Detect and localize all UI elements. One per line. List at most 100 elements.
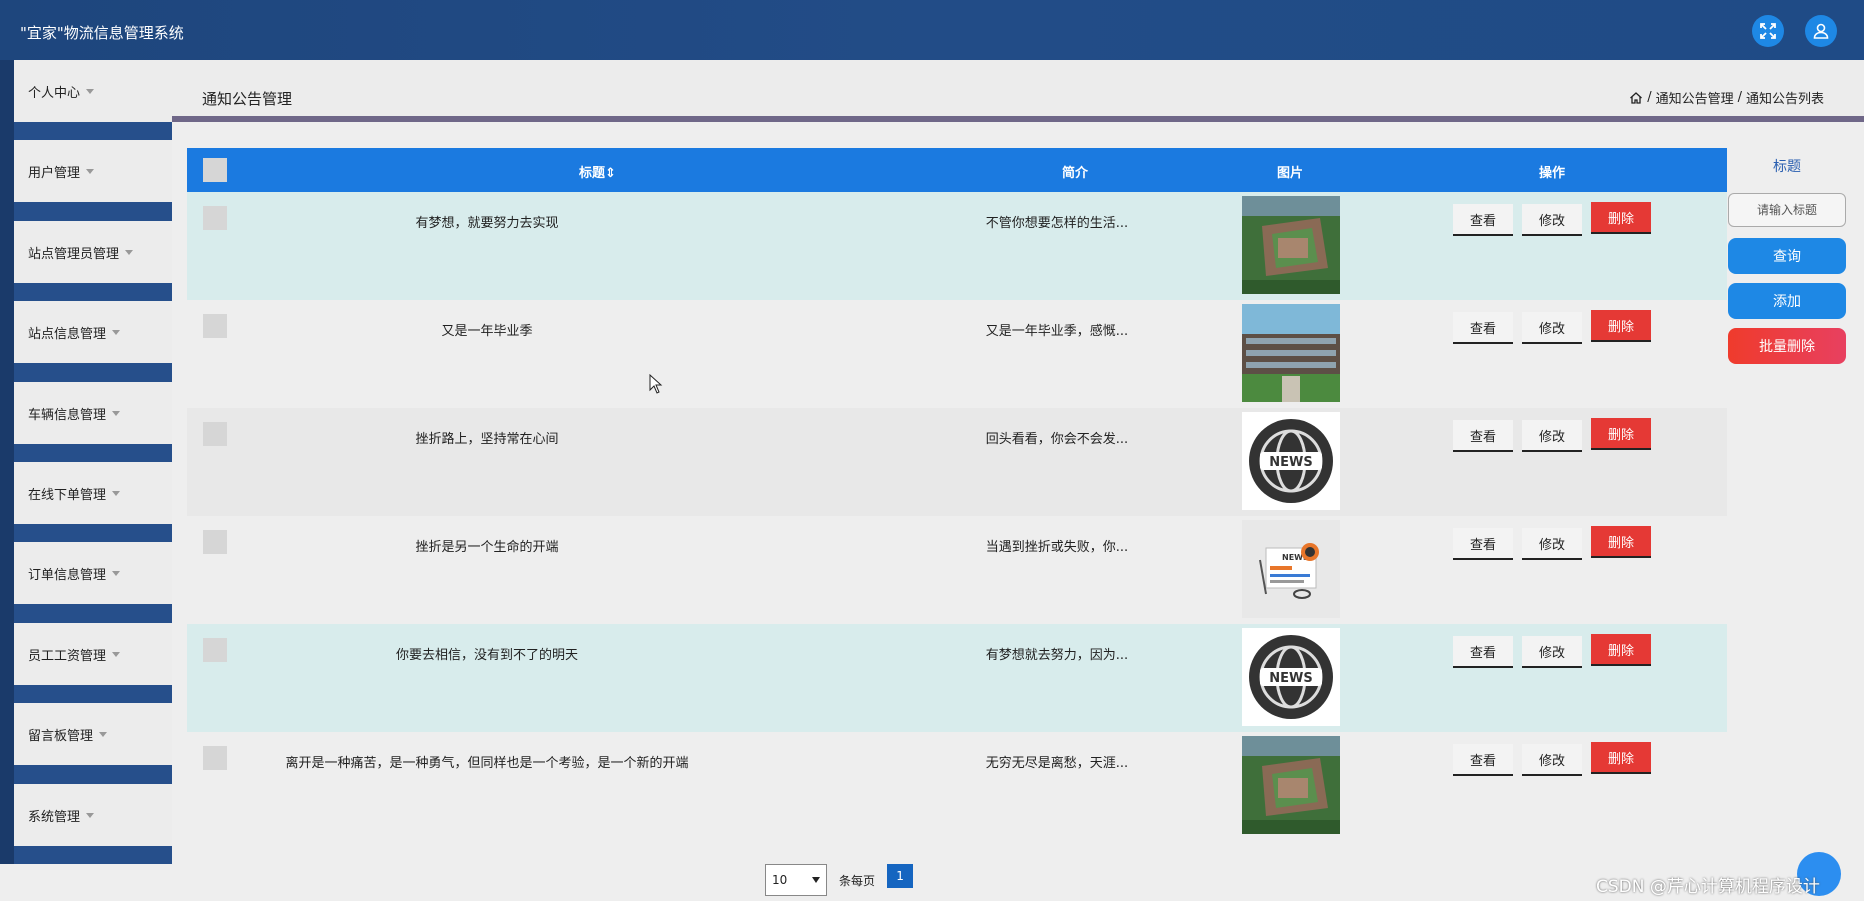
- view-button[interactable]: 查看: [1453, 528, 1513, 560]
- row-thumbnail-news-globe[interactable]: NEWS: [1242, 628, 1340, 726]
- sidebar-item-label: 车辆信息管理: [28, 407, 107, 423]
- sidebar-item-users[interactable]: 用户管理: [14, 140, 172, 202]
- column-header-title[interactable]: 标题⇕: [579, 162, 616, 181]
- home-icon[interactable]: [1629, 91, 1643, 105]
- sidebar-item-label: 站点管理员管理: [28, 246, 120, 262]
- caret-down-icon: [86, 812, 95, 818]
- row-title: 又是一年毕业季: [441, 324, 533, 339]
- sidebar-item-order-info[interactable]: 订单信息管理: [14, 542, 172, 604]
- row-thumbnail-news-paper[interactable]: NEWS: [1242, 520, 1340, 618]
- sidebar-item-station-info[interactable]: 站点信息管理: [14, 301, 172, 363]
- sidebar-item-vehicles[interactable]: 车辆信息管理: [14, 382, 172, 444]
- per-page-label: 条每页: [839, 873, 876, 888]
- row-intro: 回头看看，你会不会发...: [985, 432, 1129, 447]
- row-thumbnail-news-globe[interactable]: NEWS: [1242, 412, 1340, 510]
- sidebar-stripe: [0, 60, 14, 864]
- row-checkbox[interactable]: [203, 638, 227, 662]
- chevron-down-icon: [812, 877, 820, 883]
- sidebar-item-label: 系统管理: [28, 809, 81, 825]
- page-title: 通知公告管理: [202, 90, 293, 108]
- sort-icon[interactable]: ⇕: [605, 166, 616, 181]
- batch-delete-button[interactable]: 批量删除: [1728, 328, 1846, 364]
- delete-button[interactable]: 删除: [1591, 526, 1651, 558]
- edit-button[interactable]: 修改: [1522, 204, 1582, 236]
- notice-table: 标题⇕ 简介 图片 操作 有梦想，就要努力去实现 不管你想要怎样的生活... 查…: [187, 148, 1727, 840]
- column-header-intro: 简介: [1062, 166, 1089, 181]
- fullscreen-button[interactable]: [1752, 15, 1784, 47]
- sidebar-item-label: 用户管理: [28, 165, 81, 181]
- caret-down-icon: [112, 329, 121, 335]
- column-header-picture: 图片: [1277, 166, 1304, 181]
- caret-down-icon: [125, 249, 134, 255]
- breadcrumb-notice-management[interactable]: 通知公告管理: [1656, 88, 1734, 107]
- sidebar-item-personal-center[interactable]: 个人中心: [14, 60, 172, 122]
- view-button[interactable]: 查看: [1453, 312, 1513, 344]
- edit-button[interactable]: 修改: [1522, 636, 1582, 668]
- row-intro: 又是一年毕业季，感慨...: [985, 324, 1129, 339]
- row-intro: 不管你想要怎样的生活...: [985, 216, 1129, 231]
- row-checkbox[interactable]: [203, 746, 227, 770]
- row-checkbox[interactable]: [203, 422, 227, 446]
- row-title: 挫折路上，坚持常在心间: [415, 432, 559, 447]
- row-thumbnail-campus-aerial[interactable]: [1242, 736, 1340, 834]
- svg-text:NEWS: NEWS: [1269, 671, 1312, 686]
- view-button[interactable]: 查看: [1453, 204, 1513, 236]
- page-size-select[interactable]: 10: [765, 864, 827, 896]
- row-thumbnail-campus-building[interactable]: [1242, 304, 1340, 402]
- delete-button[interactable]: 删除: [1591, 418, 1651, 450]
- search-title-input[interactable]: 请输入标题: [1728, 193, 1846, 227]
- row-title: 离开是一种痛苦，是一种勇气，但同样也是一个考验，是一个新的开端: [285, 756, 689, 771]
- page-size-value: 10: [772, 873, 788, 887]
- column-title-label: 标题: [579, 166, 606, 181]
- sidebar-item-station-admins[interactable]: 站点管理员管理: [14, 221, 172, 283]
- column-header-actions: 操作: [1539, 166, 1566, 181]
- sidebar-item-label: 订单信息管理: [28, 567, 107, 583]
- watermark-text: CSDN @芹心计算机程序设计: [1596, 877, 1820, 897]
- caret-down-icon: [112, 410, 121, 416]
- view-button[interactable]: 查看: [1453, 744, 1513, 776]
- caret-down-icon: [112, 570, 121, 576]
- heading-divider: [172, 116, 1864, 122]
- page-heading: 通知公告管理 / 通知公告管理 / 通知公告列表: [172, 60, 1864, 116]
- edit-button[interactable]: 修改: [1522, 744, 1582, 776]
- row-checkbox[interactable]: [203, 206, 227, 230]
- sidebar-item-online-orders[interactable]: 在线下单管理: [14, 462, 172, 524]
- top-header: "宜家"物流信息管理系统: [0, 0, 1864, 60]
- fullscreen-icon: [1760, 23, 1776, 39]
- delete-button[interactable]: 删除: [1591, 634, 1651, 666]
- caret-down-icon: [112, 490, 121, 496]
- sidebar-item-label: 留言板管理: [28, 728, 94, 744]
- page-button-current[interactable]: 1: [887, 864, 914, 888]
- table-row: 挫折路上，坚持常在心间 回头看看，你会不会发... NEWS 查看 修改 删除: [187, 408, 1727, 516]
- row-thumbnail-campus-aerial[interactable]: [1242, 196, 1340, 294]
- sidebar-item-label: 员工工资管理: [28, 648, 107, 664]
- view-button[interactable]: 查看: [1453, 636, 1513, 668]
- caret-down-icon: [86, 88, 95, 94]
- breadcrumb: / 通知公告管理 / 通知公告列表: [1629, 88, 1824, 107]
- edit-button[interactable]: 修改: [1522, 528, 1582, 560]
- view-button[interactable]: 查看: [1453, 420, 1513, 452]
- delete-button[interactable]: 删除: [1591, 202, 1651, 234]
- table-header: 标题⇕ 简介 图片 操作: [187, 148, 1727, 192]
- delete-button[interactable]: 删除: [1591, 310, 1651, 342]
- user-icon: [1813, 23, 1829, 39]
- sidebar-item-label: 在线下单管理: [28, 487, 107, 503]
- row-title: 有梦想，就要努力去实现: [415, 216, 559, 231]
- sidebar-item-message-board[interactable]: 留言板管理: [14, 703, 172, 765]
- add-button[interactable]: 添加: [1728, 283, 1846, 319]
- breadcrumb-separator: /: [1737, 90, 1742, 105]
- mouse-cursor-icon: [649, 374, 663, 394]
- select-all-checkbox[interactable]: [203, 158, 227, 182]
- user-button[interactable]: [1805, 15, 1837, 47]
- sidebar-item-salaries[interactable]: 员工工资管理: [14, 623, 172, 685]
- query-button[interactable]: 查询: [1728, 238, 1846, 274]
- edit-button[interactable]: 修改: [1522, 420, 1582, 452]
- sidebar-item-system[interactable]: 系统管理: [14, 784, 172, 846]
- pagination: 10 条每页 1: [765, 864, 914, 896]
- edit-button[interactable]: 修改: [1522, 312, 1582, 344]
- breadcrumb-separator: /: [1647, 90, 1652, 105]
- row-checkbox[interactable]: [203, 314, 227, 338]
- row-checkbox[interactable]: [203, 530, 227, 554]
- search-title-label: 标题: [1773, 159, 1801, 175]
- delete-button[interactable]: 删除: [1591, 742, 1651, 774]
